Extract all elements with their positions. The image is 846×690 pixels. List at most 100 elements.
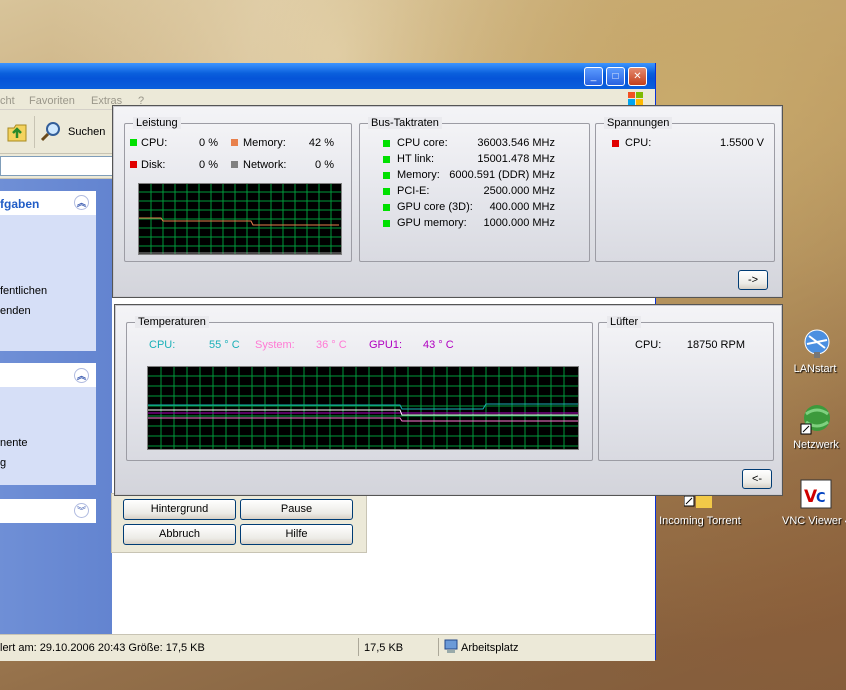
lanstart-icon[interactable] (797, 326, 837, 360)
temperature-graph (147, 366, 579, 450)
fan-group-title: Lüfter (607, 316, 642, 328)
status-bar: lert am: 29.10.2006 20:43 Größe: 17,5 KB… (0, 634, 655, 661)
bus-indicator (383, 188, 390, 195)
collapse-button[interactable]: <- (742, 469, 772, 489)
temp-system-value: 36 ° C (316, 339, 347, 351)
search-icon[interactable] (40, 120, 62, 142)
task-box-header[interactable]: ︽ (0, 363, 96, 387)
lanstart-label[interactable]: LANstart (785, 363, 845, 375)
search-button-label[interactable]: Suchen (68, 126, 105, 138)
memory-indicator (231, 139, 238, 146)
bus-indicator (383, 140, 390, 147)
temperature-group-title: Temperaturen (135, 316, 209, 328)
memory-value: 42 % (308, 137, 334, 149)
bus-clock-group-title: Bus-Taktraten (368, 117, 442, 129)
status-separator (358, 638, 359, 656)
status-size: 17,5 KB (364, 642, 404, 654)
toolbar-separator (34, 116, 35, 148)
cancel-button[interactable]: Abbruch (123, 524, 236, 545)
bus-value-gpu-memory: 1000.000 MHz (483, 217, 555, 229)
bus-value-memory: 6000.591 (DDR) MHz (449, 169, 555, 181)
monitor-panel-bottom: Temperaturen CPU: 55 ° C System: 36 ° C … (114, 304, 783, 496)
temp-cpu-value: 55 ° C (209, 339, 240, 351)
bus-value-pcie: 2500.000 MHz (483, 185, 555, 197)
performance-group-title: Leistung (133, 117, 181, 129)
task-pane: fgaben ︽ fentlichen enden ︽ nente g ︾ (0, 179, 112, 634)
svg-text:C: C (816, 491, 826, 506)
close-button[interactable]: ✕ (628, 67, 647, 86)
pause-button[interactable]: Pause (240, 499, 353, 520)
bus-label-pcie: PCI-E: (397, 185, 430, 197)
title-bar[interactable]: _ □ ✕ (0, 63, 655, 89)
bus-value-gpu-core: 400.000 MHz (489, 201, 555, 213)
network-label[interactable]: Netzwerk (786, 439, 846, 451)
chevron-down-icon[interactable]: ︾ (74, 503, 89, 518)
task-link[interactable]: nente (0, 437, 28, 449)
status-info: lert am: 29.10.2006 20:43 Größe: 17,5 KB (0, 642, 205, 654)
expand-button[interactable]: -> (738, 270, 768, 290)
task-link[interactable]: fentlichen (0, 285, 47, 297)
task-box-details[interactable]: ︾ (0, 499, 96, 523)
my-computer-icon (444, 639, 458, 655)
bus-value-ht-link: 15001.478 MHz (477, 153, 555, 165)
action-button-panel: Hintergrund Pause Abbruch Hilfe (111, 493, 367, 553)
voltage-group-title: Spannungen (604, 117, 673, 129)
task-box-header[interactable]: fgaben ︽ (0, 191, 96, 215)
disk-indicator (130, 161, 137, 168)
minimize-button[interactable]: _ (584, 67, 603, 86)
bus-indicator (383, 156, 390, 163)
fan-cpu-value: 18750 RPM (686, 339, 745, 351)
task-box-other-places: ︽ nente g (0, 363, 96, 485)
disk-label: Disk: (141, 159, 166, 171)
voltage-cpu-value: 1.5500 V (719, 137, 764, 149)
task-box-title: fgaben (0, 197, 40, 211)
chevron-up-icon[interactable]: ︽ (74, 195, 89, 210)
voltage-cpu-label: CPU: (625, 137, 652, 149)
bus-label-cpu-core: CPU core: (397, 137, 448, 149)
menu-item-ansicht[interactable]: cht (0, 95, 15, 107)
help-button[interactable]: Hilfe (240, 524, 353, 545)
maximize-button[interactable]: □ (606, 67, 625, 86)
bus-indicator (383, 172, 390, 179)
task-link[interactable]: g (0, 457, 6, 469)
bus-indicator (383, 204, 390, 211)
menu-item-favoriten[interactable]: Favoriten (29, 95, 75, 107)
task-box-file-tasks: fgaben ︽ fentlichen enden (0, 191, 96, 351)
fan-cpu-label: CPU: (635, 339, 662, 351)
chevron-up-icon[interactable]: ︽ (74, 368, 89, 383)
task-link[interactable]: enden (0, 305, 31, 317)
memory-label: Memory: (243, 137, 286, 149)
vnc-viewer-label[interactable]: VNC Viewer 4 (782, 515, 846, 527)
performance-group: Leistung CPU: 0 % Memory: 42 % Disk: 0 %… (124, 117, 352, 262)
bus-label-ht-link: HT link: (397, 153, 435, 165)
bus-label-memory: Memory: (397, 169, 440, 181)
network-value: 0 % (315, 159, 334, 171)
temp-gpu-value: 43 ° C (423, 339, 454, 351)
folder-up-icon[interactable] (6, 120, 30, 144)
status-location: Arbeitsplatz (461, 642, 519, 654)
monitor-panel-top: Leistung CPU: 0 % Memory: 42 % Disk: 0 %… (112, 105, 783, 298)
voltage-group: Spannungen CPU: 1.5500 V (595, 117, 775, 262)
disk-value: 0 % (199, 159, 218, 171)
fan-group: Lüfter CPU: 18750 RPM (598, 316, 774, 461)
incoming-torrent-icon[interactable] (683, 495, 714, 510)
bus-clock-group: Bus-Taktraten CPU core: 36003.546 MHz HT… (359, 117, 590, 262)
bus-value-cpu-core: 36003.546 MHz (477, 137, 555, 149)
temp-system-label: System: (255, 339, 295, 351)
cpu-indicator (130, 139, 137, 146)
status-separator (438, 638, 439, 656)
voltage-indicator (612, 140, 619, 147)
bus-indicator (383, 220, 390, 227)
network-indicator (231, 161, 238, 168)
vnc-viewer-icon[interactable]: VC (799, 478, 833, 510)
cpu-label: CPU: (141, 137, 168, 149)
temp-cpu-label: CPU: (149, 339, 176, 351)
temperature-group: Temperaturen CPU: 55 ° C System: 36 ° C … (126, 316, 593, 461)
background-button[interactable]: Hintergrund (123, 499, 236, 520)
cpu-value: 0 % (199, 137, 218, 149)
network-icon[interactable] (800, 402, 834, 436)
incoming-torrent-label[interactable]: Incoming Torrent (654, 515, 746, 527)
performance-graph (138, 183, 342, 255)
temp-gpu-label: GPU1: (369, 339, 403, 351)
network-label: Network: (243, 159, 287, 171)
